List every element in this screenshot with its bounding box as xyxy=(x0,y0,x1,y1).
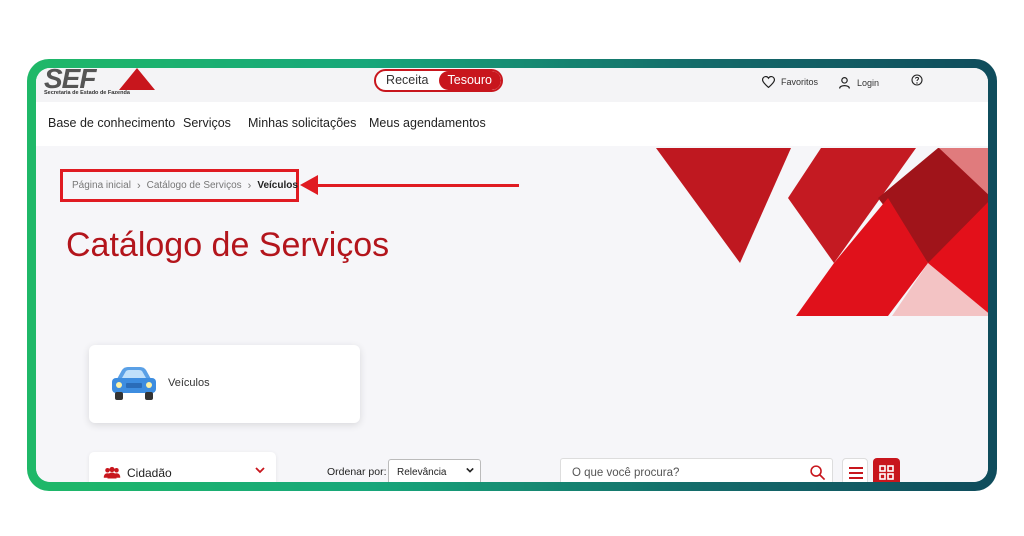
service-card-veiculos[interactable]: Veículos xyxy=(89,345,360,423)
favorites-link[interactable]: Favoritos xyxy=(762,76,818,88)
car-icon xyxy=(112,367,156,400)
sort-select[interactable]: Relevância xyxy=(388,459,481,482)
user-icon xyxy=(839,77,850,89)
main-nav: Base de conhecimento Serviços Minhas sol… xyxy=(36,102,988,146)
search-input[interactable]: O que você procura? xyxy=(560,458,833,482)
chevron-right-icon: › xyxy=(136,179,141,192)
breadcrumb: Página inicial › Catálogo de Serviços › … xyxy=(60,169,299,202)
main-content: Página inicial › Catálogo de Serviços › … xyxy=(36,146,988,482)
chevron-down-icon xyxy=(466,467,474,473)
help-button[interactable] xyxy=(911,74,923,86)
grid-view-button[interactable] xyxy=(873,458,900,482)
card-label: Veículos xyxy=(168,377,210,389)
logo-wordmark: SEF xyxy=(44,68,96,94)
search-placeholder: O que você procura? xyxy=(572,467,680,479)
list-view-button[interactable] xyxy=(842,458,868,482)
nav-meus-agendamentos[interactable]: Meus agendamentos xyxy=(369,116,486,130)
toggle-tesouro[interactable]: Tesouro xyxy=(438,71,501,90)
sef-logo[interactable]: SEF Secretaria de Estado de Fazenda xyxy=(44,68,164,100)
logo-triangle xyxy=(119,68,155,90)
sort-label: Ordenar por: xyxy=(327,466,387,478)
heart-icon xyxy=(762,76,775,88)
filter-label: Cidadão xyxy=(127,466,172,480)
top-bar: SEF Secretaria de Estado de Fazenda Rece… xyxy=(36,68,988,102)
decorative-triangles xyxy=(656,148,988,316)
annotation-arrow-line xyxy=(314,184,519,187)
list-icon xyxy=(849,467,863,479)
search-icon[interactable] xyxy=(809,464,826,481)
chevron-right-icon: › xyxy=(247,179,252,192)
receita-tesouro-toggle: Receita Tesouro xyxy=(374,69,503,92)
users-icon xyxy=(103,466,121,479)
favorites-label: Favoritos xyxy=(781,77,819,87)
question-circle-icon xyxy=(911,74,923,86)
sort-selected-value: Relevância xyxy=(397,467,447,478)
nav-minhas-solicitacoes[interactable]: Minhas solicitações xyxy=(248,116,356,130)
audience-filter[interactable]: Cidadão xyxy=(89,452,276,482)
login-label: Login xyxy=(857,77,880,88)
grid-icon xyxy=(879,465,894,480)
browser-screen: SEF Secretaria de Estado de Fazenda Rece… xyxy=(36,68,988,482)
nav-servicos[interactable]: Serviços xyxy=(183,116,231,130)
breadcrumb-current: Veículos xyxy=(257,180,298,191)
chevron-down-icon xyxy=(255,467,265,474)
breadcrumb-home[interactable]: Página inicial xyxy=(72,180,131,191)
page-title: Catálogo de Serviços xyxy=(66,226,390,264)
login-link[interactable]: Login xyxy=(838,76,879,89)
breadcrumb-catalogo[interactable]: Catálogo de Serviços xyxy=(147,180,242,191)
nav-base-de-conhecimento[interactable]: Base de conhecimento xyxy=(48,116,175,130)
toggle-receita[interactable]: Receita xyxy=(376,71,439,90)
logo-subtitle: Secretaria de Estado de Fazenda xyxy=(44,90,130,96)
